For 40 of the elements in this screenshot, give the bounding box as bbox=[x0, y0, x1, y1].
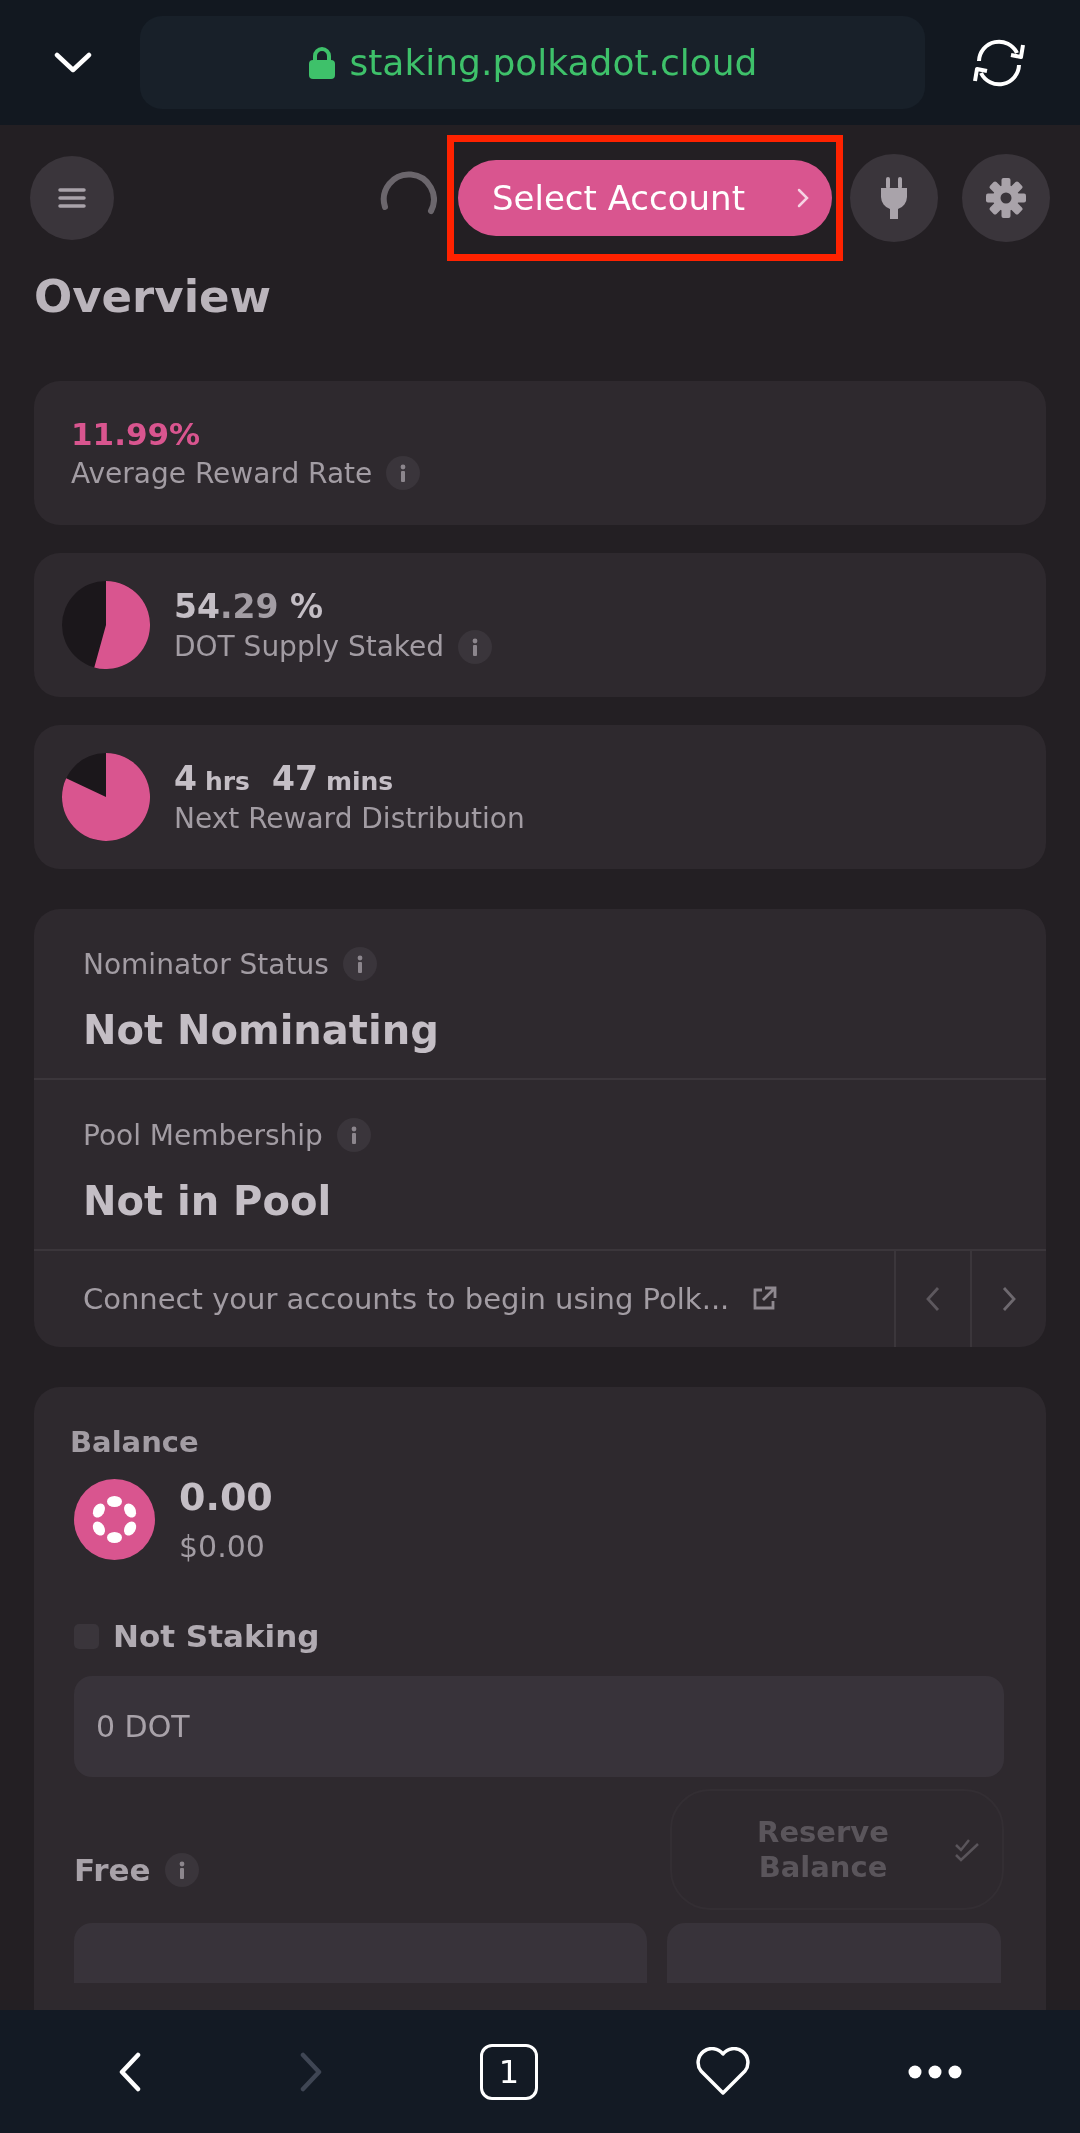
page-title: Overview bbox=[34, 270, 272, 324]
status-message: Connect your accounts to begin using Polk... bbox=[83, 1282, 730, 1316]
tabs-button[interactable]: 1 bbox=[480, 2043, 538, 2100]
pie-chart-icon bbox=[62, 753, 150, 841]
stat-label: Next Reward Distribution bbox=[174, 802, 525, 835]
free-label: Free bbox=[74, 1851, 151, 1888]
chevron-right-icon bbox=[1001, 1285, 1017, 1313]
countdown-value: 4 hrs bbox=[174, 759, 250, 798]
info-icon[interactable] bbox=[164, 1852, 199, 1887]
status-label: Pool Membership bbox=[83, 1118, 323, 1152]
heart-icon[interactable] bbox=[694, 2046, 751, 2097]
countdown-value: 47 mins bbox=[272, 759, 394, 798]
info-icon[interactable] bbox=[336, 1118, 371, 1152]
select-account-button[interactable]: Select Account bbox=[458, 159, 832, 236]
chevron-down-icon[interactable] bbox=[54, 51, 92, 74]
chevron-left-icon bbox=[925, 1285, 941, 1313]
pie-chart-icon bbox=[62, 581, 150, 669]
info-icon[interactable] bbox=[458, 629, 493, 664]
balance-amount: 0.00 bbox=[179, 1475, 273, 1519]
section-title: Balance bbox=[70, 1425, 200, 1459]
address-bar[interactable]: staking.polkadot.cloud bbox=[140, 16, 925, 109]
legend-label: Not Staking bbox=[113, 1618, 320, 1654]
external-link-icon[interactable] bbox=[751, 1286, 778, 1312]
menu-icon bbox=[58, 186, 86, 209]
stat-label: Average Reward Rate bbox=[71, 456, 373, 490]
fiat-value: $0.00 bbox=[179, 1529, 266, 1564]
staked-percentage: 54.29 % bbox=[174, 586, 323, 626]
status-value: Not in Pool bbox=[83, 1178, 333, 1224]
token-logo-icon bbox=[74, 1479, 155, 1560]
stat-label: DOT Supply Staked bbox=[174, 630, 445, 663]
info-icon[interactable] bbox=[386, 456, 421, 490]
status-label: Nominator Status bbox=[83, 947, 329, 981]
staked-amount-field: 0 DOT bbox=[74, 1676, 1004, 1777]
reward-rate-value: 11.99% bbox=[71, 416, 201, 452]
status-value: Not Nominating bbox=[83, 1007, 440, 1053]
info-icon[interactable] bbox=[342, 947, 377, 981]
gear-icon bbox=[986, 177, 1026, 218]
plug-icon bbox=[879, 176, 909, 219]
back-icon[interactable] bbox=[118, 2051, 143, 2092]
more-icon[interactable] bbox=[907, 2064, 962, 2079]
